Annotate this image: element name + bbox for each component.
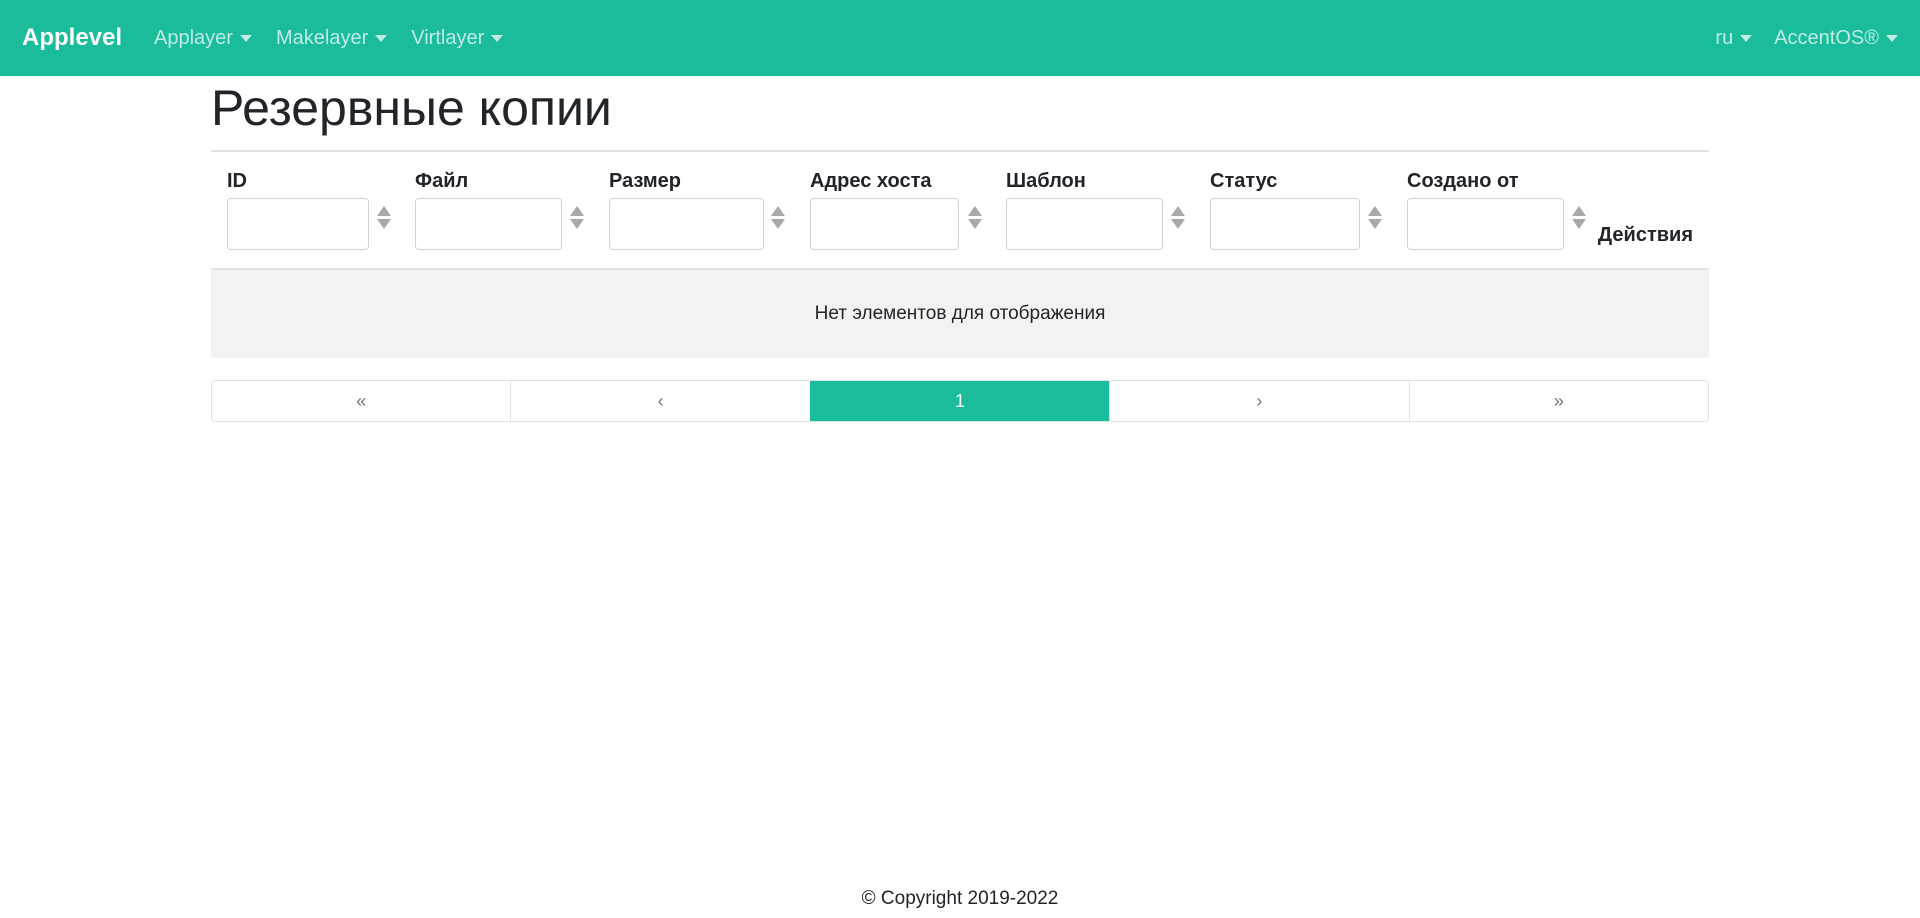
column-created-by-label: Создано от [1407,170,1519,192]
column-host-address: Адрес хоста [810,168,959,250]
caret-down-icon [239,34,252,42]
pagination-page-1-button[interactable]: 1 [809,381,1110,421]
page-title: Резервные копии [211,78,1709,152]
column-status: Статус [1210,168,1360,250]
menu-makelayer[interactable]: Makelayer [275,26,388,50]
filter-size-input[interactable] [609,198,764,250]
column-actions-label: Действия [1597,224,1693,246]
brand-link[interactable]: Applevel [22,24,122,52]
column-size-label: Размер [609,170,682,192]
menu-applayer[interactable]: Applayer [154,27,252,50]
filter-status-input[interactable] [1210,198,1360,250]
sort-icon[interactable] [1171,206,1185,230]
filter-created-by-input[interactable] [1407,198,1564,250]
language-label: ru [1715,26,1734,49]
pagination-first-button[interactable]: « [212,381,511,421]
sort-icon[interactable] [1368,206,1382,230]
caret-down-icon [375,34,388,42]
user-menu[interactable]: AccentOS® [1774,27,1898,50]
sort-icon[interactable] [968,206,982,230]
language-menu[interactable]: ru [1715,26,1753,50]
menu-virtlayer[interactable]: Virtlayer [411,26,504,50]
pagination-prev-button[interactable]: ‹ [510,381,810,421]
empty-table-message: Нет элементов для отображения [211,270,1709,358]
menu-virtlayer-label: Virtlayer [411,26,485,49]
filter-host-address-input[interactable] [810,198,959,250]
main-content: Резервные копии ID Файл Размер Адрес хос… [211,76,1709,422]
column-file-label: Файл [415,170,469,192]
column-id: ID [227,168,369,250]
user-label: AccentOS® [1774,26,1879,49]
filter-file-input[interactable] [415,198,562,250]
column-host-address-label: Адрес хоста [810,170,932,192]
navbar-right: ru AccentOS® [1693,27,1898,50]
column-created-by: Создано от [1407,168,1564,250]
sort-icon[interactable] [1572,206,1586,230]
column-file: Файл [415,168,562,250]
caret-down-icon [1886,34,1898,42]
column-template: Шаблон [1006,168,1163,250]
column-id-label: ID [227,170,247,192]
top-navbar: Applevel Applayer Makelayer Virtlayer ru… [0,0,1920,76]
menu-applayer-label: Applayer [154,26,233,49]
menu-makelayer-label: Makelayer [275,26,369,49]
sort-icon[interactable] [771,206,785,230]
column-template-label: Шаблон [1006,170,1086,192]
caret-down-icon [491,34,504,42]
column-status-label: Статус [1210,170,1278,192]
caret-down-icon [1740,34,1753,42]
pagination-last-button[interactable]: » [1408,381,1708,421]
sort-icon[interactable] [377,206,391,230]
pagination: « ‹ 1 › » [211,380,1709,422]
table-header: ID Файл Размер Адрес хоста Шаблон Статус… [211,152,1709,270]
footer-copyright: © Copyright 2019-2022 [861,888,1059,909]
pagination-next-button[interactable]: › [1109,381,1409,421]
filter-id-input[interactable] [227,198,369,250]
column-size: Размер [609,168,764,250]
sort-icon[interactable] [570,206,584,230]
filter-template-input[interactable] [1006,198,1163,250]
